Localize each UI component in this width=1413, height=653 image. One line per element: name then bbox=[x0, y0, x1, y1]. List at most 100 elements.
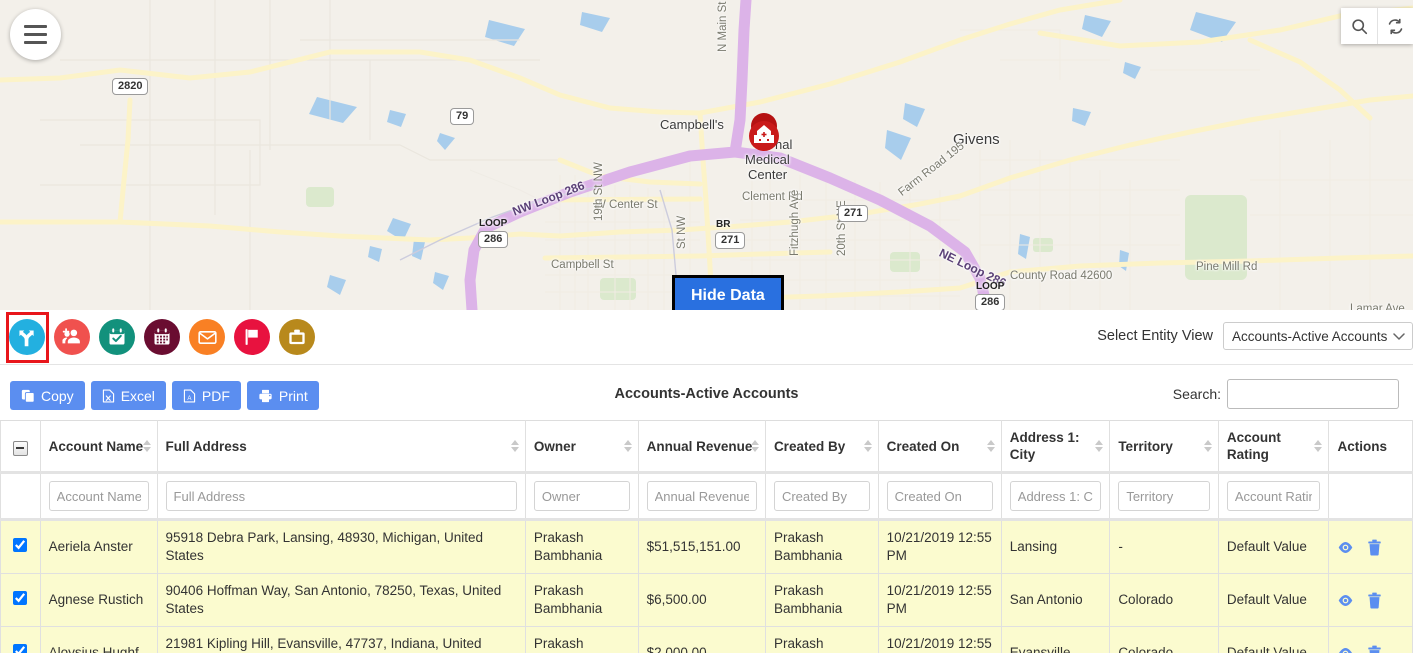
view-record-icon[interactable] bbox=[1337, 539, 1354, 556]
cell-address_city: Evansville bbox=[1000, 626, 1111, 653]
filter-input-annual_revenue[interactable] bbox=[646, 481, 757, 511]
column-header-label: Annual Revenue bbox=[646, 438, 753, 454]
filter-cell-annual_revenue[interactable] bbox=[637, 472, 766, 521]
cell-address_city: San Antonio bbox=[1000, 573, 1111, 627]
accounts-grid[interactable]: Account Name Full Address Owner Annual Reve… bbox=[0, 420, 1413, 653]
filter-cell-owner[interactable] bbox=[524, 472, 639, 521]
sort-arrows-icon[interactable] bbox=[750, 440, 759, 452]
map-search-icon[interactable] bbox=[1341, 8, 1377, 44]
filter-cell-account_rating[interactable] bbox=[1217, 472, 1330, 521]
add-contact-icon[interactable] bbox=[54, 319, 90, 355]
filter-input-account_rating[interactable] bbox=[1226, 481, 1321, 511]
sort-arrows-icon[interactable] bbox=[1203, 440, 1212, 452]
cell-account_name: Aeriela Anster bbox=[39, 519, 158, 574]
table-row[interactable]: Aloysius Hughf 21981 Kipling Hill, Evansv… bbox=[0, 626, 1413, 653]
column-header-created_on[interactable]: Created On bbox=[877, 420, 1002, 474]
column-header-label: Actions bbox=[1337, 438, 1387, 454]
column-header-address_city[interactable]: Address 1: City bbox=[1000, 420, 1111, 474]
delete-record-icon[interactable] bbox=[1367, 645, 1382, 653]
column-header-label: Account Rating bbox=[1226, 430, 1281, 462]
column-header-select bbox=[0, 420, 41, 474]
select-all-checkbox[interactable] bbox=[12, 440, 28, 456]
column-header-owner[interactable]: Owner bbox=[524, 420, 639, 474]
view-record-icon[interactable] bbox=[1337, 645, 1354, 653]
filter-input-owner[interactable] bbox=[533, 481, 630, 511]
cell-created_on: 10/21/2019 12:55 PM bbox=[877, 626, 1002, 653]
filter-input-territory[interactable] bbox=[1118, 481, 1210, 511]
map-route-shield: 271 bbox=[838, 205, 869, 222]
map-shield-label: LOOP bbox=[976, 281, 1005, 292]
filter-cell-created_by[interactable] bbox=[764, 472, 879, 521]
sort-arrows-icon[interactable] bbox=[986, 440, 995, 452]
cell-territory: Colorado bbox=[1109, 626, 1219, 653]
entity-view-dropdown[interactable]: Accounts-Active Accounts bbox=[1223, 322, 1413, 350]
row-select-checkbox[interactable] bbox=[13, 643, 28, 653]
grid-header: Account Name Full Address Owner Annual Reve… bbox=[0, 420, 1413, 521]
cell-owner: Prakash Bambhania bbox=[524, 519, 639, 574]
filter-input-address_city[interactable] bbox=[1009, 481, 1102, 511]
filter-cell-actions bbox=[1328, 472, 1413, 521]
cell-select[interactable] bbox=[0, 626, 41, 653]
cell-full_address: 90406 Hoffman Way, San Antonio, 78250, T… bbox=[156, 573, 526, 627]
cell-select[interactable] bbox=[0, 519, 41, 574]
column-header-territory[interactable]: Territory bbox=[1109, 420, 1219, 474]
column-header-account_name[interactable]: Account Name bbox=[39, 420, 158, 474]
row-select-checkbox[interactable] bbox=[13, 590, 28, 605]
sort-arrows-icon[interactable] bbox=[1314, 440, 1323, 452]
filter-cell-address_city[interactable] bbox=[1000, 472, 1111, 521]
map-refresh-icon[interactable] bbox=[1377, 8, 1413, 44]
entity-view-selector: Select Entity View Accounts-Active Accou… bbox=[1097, 322, 1413, 350]
sort-arrows-icon[interactable] bbox=[863, 440, 872, 452]
route-split-icon[interactable] bbox=[9, 319, 45, 355]
search-label: Search: bbox=[1172, 386, 1221, 402]
filter-cell-select bbox=[0, 472, 41, 521]
column-header-label: Created On bbox=[886, 438, 960, 454]
entity-view-selected-value: Accounts-Active Accounts bbox=[1232, 328, 1388, 344]
cell-annual_revenue: $51,515,151.00 bbox=[637, 519, 766, 574]
map-panel[interactable]: Givens Campbell's nal Medical Center W Center… bbox=[0, 0, 1413, 310]
flag-icon[interactable] bbox=[234, 319, 270, 355]
filter-cell-full_address[interactable] bbox=[156, 472, 526, 521]
hamburger-menu-icon[interactable] bbox=[10, 9, 61, 60]
delete-record-icon[interactable] bbox=[1367, 539, 1382, 556]
column-header-actions: Actions bbox=[1328, 420, 1413, 474]
briefcase-icon[interactable] bbox=[279, 319, 315, 355]
filter-cell-created_on[interactable] bbox=[877, 472, 1002, 521]
filter-cell-account_name[interactable] bbox=[39, 472, 158, 521]
filter-input-account_name[interactable] bbox=[48, 481, 149, 511]
grid-search: Search: bbox=[1173, 379, 1399, 409]
cell-account_name: Agnese Rustich bbox=[39, 573, 158, 627]
map-route-shield: 286 bbox=[478, 231, 509, 248]
filter-cell-territory[interactable] bbox=[1109, 472, 1219, 521]
cell-owner: Prakash Bambhania bbox=[524, 626, 639, 653]
sort-arrows-icon[interactable] bbox=[623, 440, 632, 452]
delete-record-icon[interactable] bbox=[1367, 592, 1382, 609]
view-record-icon[interactable] bbox=[1337, 592, 1354, 609]
email-icon[interactable] bbox=[189, 319, 225, 355]
table-row[interactable]: Agnese Rustich 90406 Hoffman Way, San Ant… bbox=[0, 573, 1413, 627]
sort-arrows-icon[interactable] bbox=[142, 440, 151, 452]
column-header-created_by[interactable]: Created By bbox=[764, 420, 879, 474]
map-tool-group bbox=[1341, 8, 1413, 44]
filter-input-created_on[interactable] bbox=[886, 481, 993, 511]
column-header-full_address[interactable]: Full Address bbox=[156, 420, 526, 474]
cell-actions bbox=[1328, 626, 1413, 653]
row-select-checkbox[interactable] bbox=[13, 537, 28, 552]
schedule-icon[interactable] bbox=[144, 319, 180, 355]
column-header-annual_revenue[interactable]: Annual Revenue bbox=[637, 420, 766, 474]
cell-account_rating: Default Value bbox=[1217, 626, 1330, 653]
cell-select[interactable] bbox=[0, 573, 41, 627]
appointment-icon[interactable] bbox=[99, 319, 135, 355]
map-canvas[interactable]: Givens Campbell's nal Medical Center W Center… bbox=[0, 0, 1413, 310]
column-header-account_rating[interactable]: Account Rating bbox=[1217, 420, 1330, 474]
sort-arrows-icon[interactable] bbox=[1095, 440, 1104, 452]
hospital-marker-icon[interactable] bbox=[746, 112, 782, 156]
sort-arrows-icon[interactable] bbox=[510, 440, 519, 452]
hide-data-button[interactable]: Hide Data bbox=[672, 275, 784, 310]
search-input[interactable] bbox=[1227, 379, 1399, 409]
filter-input-created_by[interactable] bbox=[773, 481, 870, 511]
table-row[interactable]: Aeriela Anster 95918 Debra Park, Lansing,… bbox=[0, 519, 1413, 574]
filter-input-full_address[interactable] bbox=[165, 481, 517, 511]
row-action-group bbox=[1337, 592, 1404, 609]
cell-account_name: Aloysius Hughf bbox=[39, 626, 158, 653]
